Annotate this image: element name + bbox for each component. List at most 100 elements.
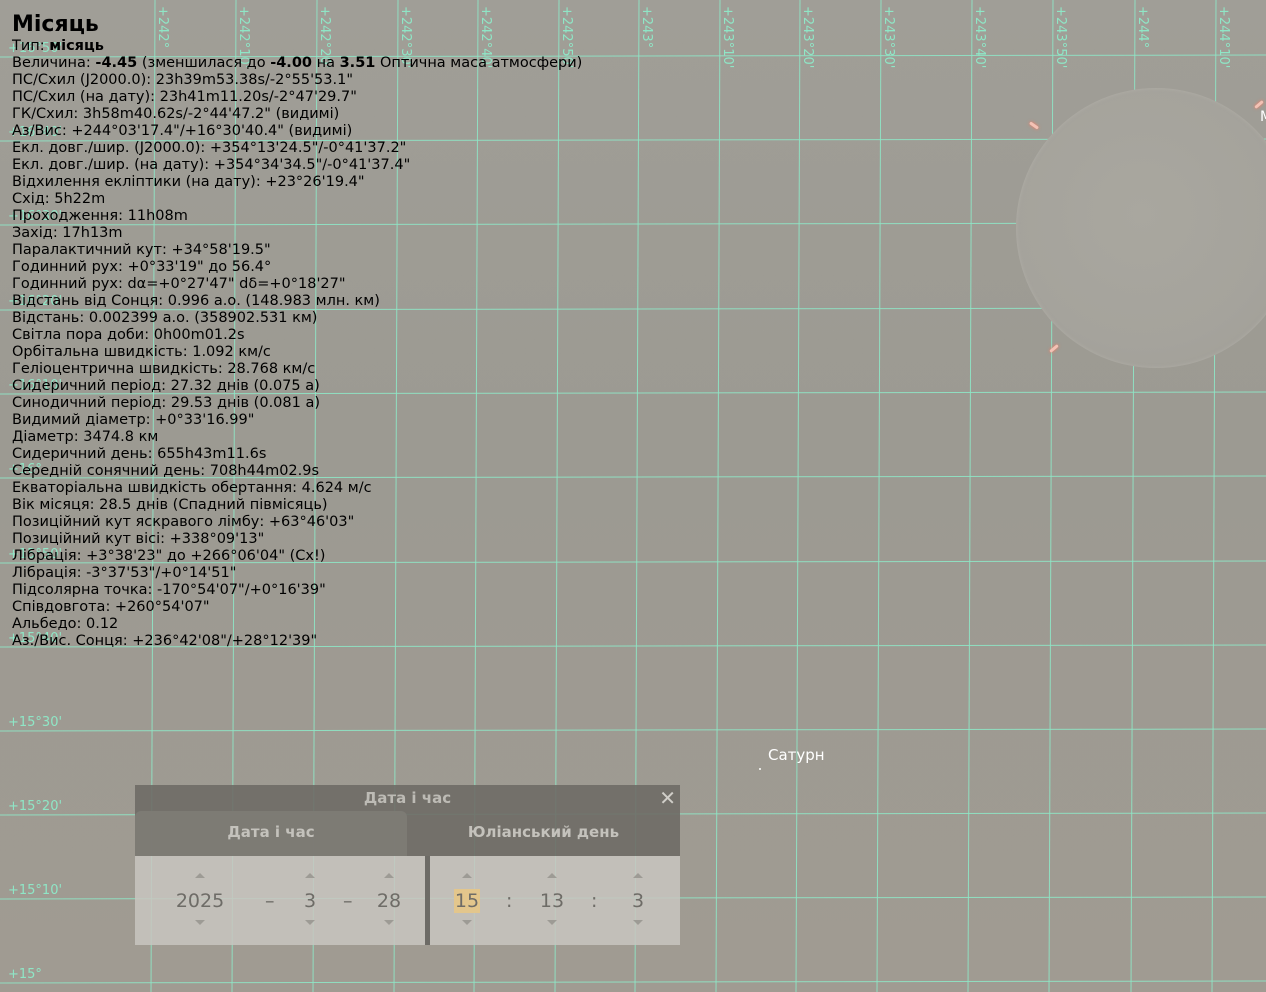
info-lines: ПС/Схил (J2000.0): 23h39m53.38s/-2°55'53… <box>12 72 582 650</box>
info-line: Лібрація: +3°38'23" до +266°06'04" (Сх!) <box>12 548 326 564</box>
hour-down-icon[interactable] <box>462 920 472 925</box>
month-up-icon[interactable] <box>305 873 315 878</box>
info-line: Екл. довг./шир. (на дату): +354°34'34.5"… <box>12 157 411 173</box>
ra-label: +243°30' <box>881 6 896 68</box>
date-separator: – <box>343 890 353 912</box>
mag-extinct: -4.00 <box>270 55 312 71</box>
info-line: Відстань: 0.002399 а.о. (358902.531 км) <box>12 310 318 326</box>
year-value[interactable]: 2025 <box>165 889 235 913</box>
second-spinbox[interactable]: 3 <box>625 856 651 945</box>
ra-grid-line <box>876 0 882 992</box>
info-line: Позиційний кут вісі: +338°09'13" <box>12 531 265 547</box>
tab-date-time[interactable]: Дата і час <box>135 811 407 856</box>
minute-down-icon[interactable] <box>547 920 557 925</box>
dec-grid-line <box>0 980 1266 984</box>
day-up-icon[interactable] <box>384 873 394 878</box>
info-line: Захід: 17h13m <box>12 225 123 241</box>
ra-label: +244° <box>1135 6 1150 48</box>
year-down-icon[interactable] <box>195 920 205 925</box>
saturn-label[interactable]: Сатурн <box>768 746 825 764</box>
info-line: Співдовгота: +260°54'07" <box>12 599 210 615</box>
ra-label: +243° <box>639 6 654 48</box>
close-icon[interactable]: ✕ <box>659 786 676 810</box>
mag-prefix: Величина: <box>12 55 91 71</box>
ra-label: +244°10' <box>1216 6 1231 68</box>
dialog-divider <box>425 856 430 945</box>
type-value: місяць <box>49 38 104 54</box>
hour-value[interactable]: 15 <box>454 889 480 913</box>
second-down-icon[interactable] <box>633 920 643 925</box>
info-line: Діаметр: 3474.8 км <box>12 429 159 445</box>
ra-grid-line <box>715 0 721 992</box>
mag-on: на <box>316 55 335 71</box>
info-line: Геліоцентрична швидкість: 28.768 км/с <box>12 361 316 377</box>
dialog-titlebar[interactable]: Дата і час ✕ <box>135 785 680 811</box>
dec-label: +15°10' <box>8 883 63 898</box>
year-spinbox[interactable]: 2025 <box>165 856 235 945</box>
mag-suffix: Оптична маса атмосфери) <box>379 55 583 71</box>
dec-label: +15°30' <box>8 715 63 730</box>
info-line: Синодичний період: 29.53 днів (0.081 а) <box>12 395 321 411</box>
info-line: Годинний рух: dα=+0°27'47" dδ=+0°18'27" <box>12 276 346 292</box>
info-line: Екваторіальна швидкість обертання: 4.624… <box>12 480 372 496</box>
ra-label: +243°50' <box>1053 6 1068 68</box>
info-line: Відхилення екліптики (на дату): +23°26'1… <box>12 174 365 190</box>
minute-up-icon[interactable] <box>547 873 557 878</box>
second-up-icon[interactable] <box>633 873 643 878</box>
info-line: Аз./Вис. Сонця: +236°42'08"/+28°12'39" <box>12 633 318 649</box>
dec-label: +15°20' <box>8 799 63 814</box>
tab-julian-day[interactable]: Юліанський день <box>407 811 680 856</box>
object-title: Місяць <box>12 12 99 37</box>
date-time-dialog[interactable]: Дата і час ✕ Дата і час Юліанський день … <box>135 785 680 945</box>
month-value[interactable]: 3 <box>295 889 325 913</box>
mag-middle: (зменшилася до <box>141 55 266 71</box>
time-separator: : <box>506 890 513 912</box>
info-line: Вік місяця: 28.5 днів (Спадний півмісяць… <box>12 497 328 513</box>
time-separator: : <box>591 890 598 912</box>
magnitude-line: Величина: -4.45 (зменшилася до -4.00 на … <box>12 55 582 72</box>
ra-grid-line <box>967 0 973 992</box>
info-line: Екл. довг./шир. (J2000.0): +354°13'24.5"… <box>12 140 407 156</box>
info-line: ПС/Схил (на дату): 23h41m11.20s/-2°47'29… <box>12 89 357 105</box>
day-value[interactable]: 28 <box>373 889 405 913</box>
info-line: Сидеричний період: 27.32 днів (0.075 а) <box>12 378 320 394</box>
info-line: Світла пора доби: 0h00m01.2s <box>12 327 245 343</box>
airmass-value: 3.51 <box>339 55 376 71</box>
month-down-icon[interactable] <box>305 920 315 925</box>
ra-label: +243°10' <box>720 6 735 68</box>
dialog-body: 2025 – 3 – 28 15 : 13 : 3 <box>135 856 680 945</box>
info-line: Відстань від Сонця: 0.996 а.о. (148.983 … <box>12 293 380 309</box>
info-line: Середній сонячний день: 708h44m02.9s <box>12 463 320 479</box>
day-spinbox[interactable]: 28 <box>373 856 405 945</box>
hour-spinbox[interactable]: 15 <box>454 856 480 945</box>
saturn-dot[interactable] <box>759 768 761 770</box>
info-line: Схід: 5h22m <box>12 191 106 207</box>
info-line: Підсолярна точка: -170°54'07"/+0°16'39" <box>12 582 326 598</box>
hour-up-icon[interactable] <box>462 873 472 878</box>
ra-label: +243°20' <box>800 6 815 68</box>
info-line: Лібрація: -3°37'53"/+0°14'51" <box>12 565 237 581</box>
info-line: Годинний рух: +0°33'19" до 56.4° <box>12 259 272 275</box>
info-line: ГК/Схил: 3h58m40.62s/-2°44'47.2" (видимі… <box>12 106 340 122</box>
info-line: Видимий діаметр: +0°33'16.99" <box>12 412 255 428</box>
info-line: Альбедо: 0.12 <box>12 616 119 632</box>
dialog-title: Дата і час <box>363 789 452 807</box>
second-value[interactable]: 3 <box>625 889 651 913</box>
info-line: Сидеричний день: 655h43m11.6s <box>12 446 267 462</box>
dialog-tabs: Дата і час Юліанський день <box>135 811 680 856</box>
object-type-line: Тип: місяць <box>12 38 582 55</box>
dec-label: +15° <box>8 967 42 982</box>
info-line: Проходження: 11h08m <box>12 208 188 224</box>
dec-grid-line <box>0 728 1266 732</box>
minute-value[interactable]: 13 <box>537 889 567 913</box>
day-down-icon[interactable] <box>384 920 394 925</box>
edge-object-label: М <box>1260 109 1266 125</box>
ra-grid-line <box>795 0 801 992</box>
month-spinbox[interactable]: 3 <box>295 856 325 945</box>
minute-spinbox[interactable]: 13 <box>537 856 567 945</box>
info-line: Позиційний кут яскравого лімбу: +63°46'0… <box>12 514 355 530</box>
year-up-icon[interactable] <box>195 873 205 878</box>
date-separator: – <box>265 890 275 912</box>
type-prefix: Тип: <box>12 38 45 54</box>
info-line: Орбітальна швидкість: 1.092 км/с <box>12 344 271 360</box>
